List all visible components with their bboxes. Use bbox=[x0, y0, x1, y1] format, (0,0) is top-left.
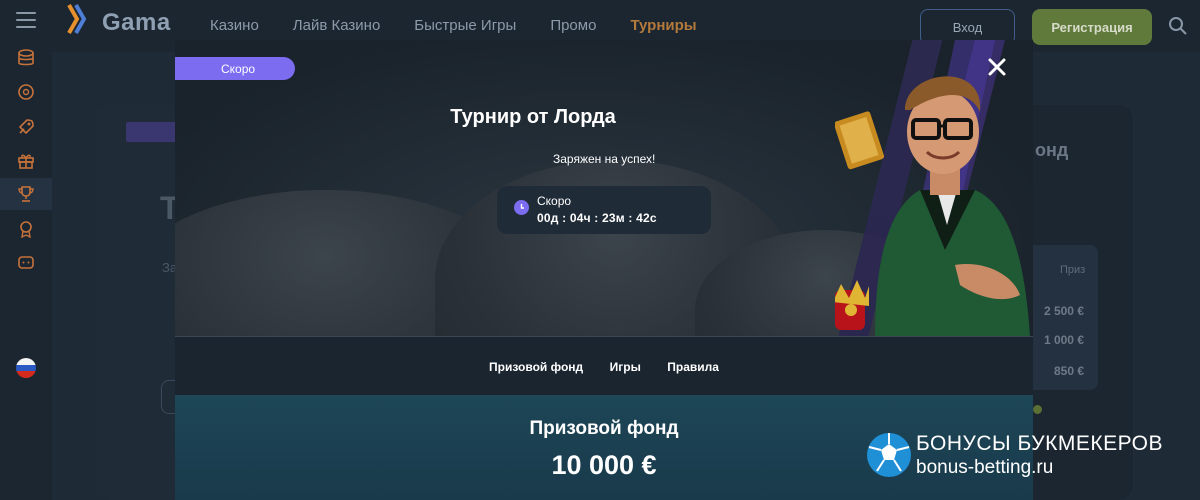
rocket-icon[interactable] bbox=[14, 115, 38, 139]
logo-text: Gama bbox=[102, 9, 171, 36]
tab-games[interactable]: Игры bbox=[610, 360, 641, 374]
watermark-url: bonus-betting.ru bbox=[916, 457, 1054, 478]
modal-tabs: Призовой фонд Игры Правила bbox=[175, 358, 1033, 376]
tournament-hero-banner: Скоро Турнир от Лорда Заряжен на успех! … bbox=[175, 40, 1033, 337]
nav-promo[interactable]: Промо bbox=[550, 17, 596, 34]
close-icon[interactable] bbox=[987, 57, 1007, 77]
soccer-ball-icon bbox=[864, 430, 914, 480]
chat-icon[interactable] bbox=[14, 251, 38, 275]
wallet-icon[interactable] bbox=[14, 80, 38, 104]
tab-prize-fund[interactable]: Призовой фонд bbox=[489, 360, 583, 374]
tournament-subtitle: Заряжен на успех! bbox=[553, 152, 656, 166]
countdown-label: Скоро bbox=[537, 194, 572, 208]
menu-icon[interactable] bbox=[16, 12, 36, 28]
lord-character-illustration bbox=[835, 40, 1030, 336]
status-badge: Скоро bbox=[175, 57, 295, 80]
tournament-title: Турнир от Лорда bbox=[450, 106, 616, 128]
tab-rules[interactable]: Правила bbox=[667, 360, 719, 374]
nav-live-casino[interactable]: Лайв Казино bbox=[293, 17, 381, 34]
nav-fast-games[interactable]: Быстрые Игры bbox=[414, 17, 516, 34]
register-button[interactable]: Регистрация bbox=[1032, 9, 1152, 45]
search-icon[interactable] bbox=[1168, 16, 1188, 36]
award-icon[interactable] bbox=[14, 217, 38, 241]
ru-flag-icon[interactable] bbox=[16, 358, 36, 378]
coins-icon[interactable] bbox=[14, 46, 38, 70]
clock-icon bbox=[514, 200, 529, 215]
background-tag bbox=[126, 122, 176, 142]
watermark: БОНУСЫ БУКМЕКЕРОВ bonus-betting.ru bbox=[864, 430, 1200, 500]
nav-casino[interactable]: Казино bbox=[210, 17, 259, 34]
trophy-icon[interactable] bbox=[0, 178, 52, 210]
background-prize-header: Приз bbox=[1060, 264, 1086, 276]
background-prize-value: 2 500 € bbox=[1043, 304, 1084, 318]
logo[interactable]: Gama bbox=[66, 4, 171, 38]
background-prize-value: 1 000 € bbox=[1043, 333, 1084, 347]
background-status-dot bbox=[1033, 405, 1042, 414]
logo-mark-icon bbox=[66, 3, 96, 43]
watermark-title: БОНУСЫ БУКМЕКЕРОВ bbox=[916, 432, 1163, 455]
sidebar bbox=[0, 49, 52, 500]
gift-icon[interactable] bbox=[14, 149, 38, 173]
nav-tournaments[interactable]: Турниры bbox=[630, 17, 696, 34]
countdown-value: 00д : 04ч : 23м : 42с bbox=[537, 211, 657, 225]
background-fund-heading: онд bbox=[1035, 140, 1069, 160]
countdown-timer: Скоро 00д : 04ч : 23м : 42с bbox=[497, 186, 711, 234]
background-prize-value: 850 € bbox=[1053, 364, 1084, 378]
main-nav: Казино Лайв Казино Быстрые Игры Промо Ту… bbox=[210, 17, 731, 34]
